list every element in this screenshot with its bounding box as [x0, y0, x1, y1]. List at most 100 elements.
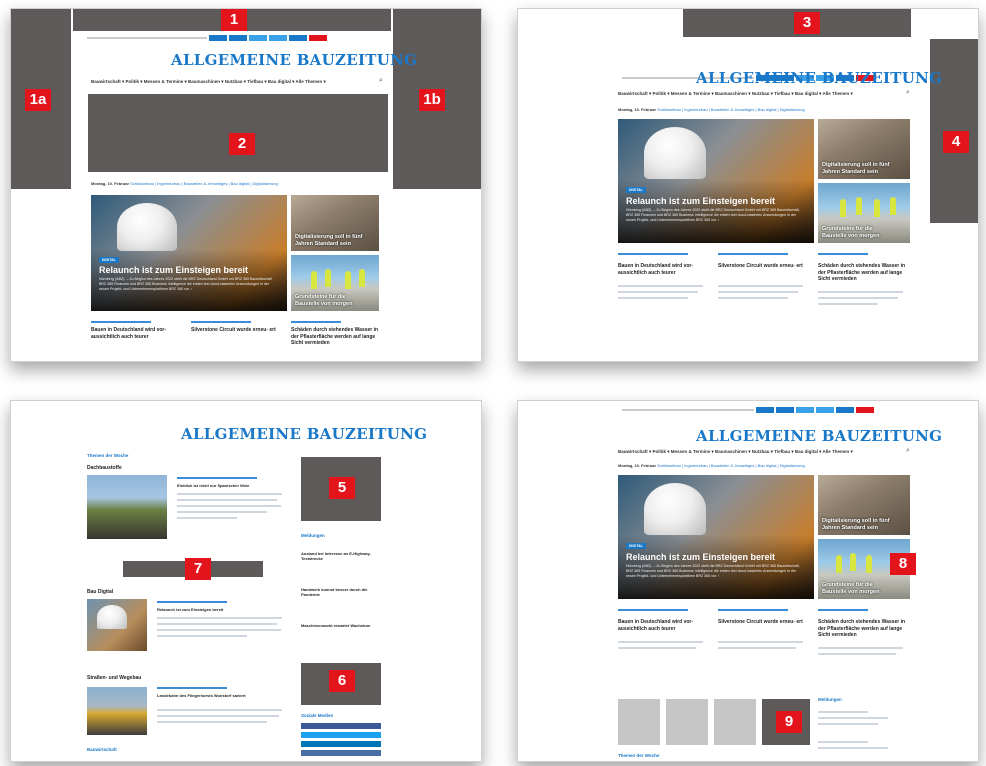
- twitter-button[interactable]: [301, 732, 381, 738]
- gallery-item[interactable]: [618, 699, 660, 745]
- main-menu[interactable]: Bauwirtschaft ▾ Politik ▾ Messen & Termi…: [618, 449, 853, 455]
- site-logo[interactable]: ALLGEMEINE BAUZEITUNG: [171, 51, 417, 69]
- nav-button[interactable]: [776, 407, 794, 413]
- site-logo[interactable]: ALLGEMEINE BAUZEITUNG: [181, 425, 427, 443]
- side-teaser-2[interactable]: Grundsteine für die Baustelle von morgen: [291, 255, 379, 311]
- date: Montag, 10. Februar: [618, 107, 657, 112]
- login-button[interactable]: [309, 35, 327, 41]
- article-kicker: [718, 609, 788, 611]
- nav-links[interactable]: [87, 37, 207, 39]
- worker-figure: [840, 199, 846, 217]
- helmet-image: [644, 483, 706, 535]
- badge-1a: 1a: [25, 89, 51, 111]
- breadcrumb-links[interactable]: Schlüsselbau | Ingenieurbau | Baustellen…: [657, 107, 805, 112]
- news-item[interactable]: Maschinenmarkt erwartet Wachstum: [301, 623, 377, 628]
- gallery-item[interactable]: [666, 699, 708, 745]
- sidebar-title: Soziale Medien: [301, 713, 334, 718]
- article-title[interactable]: Schäden durch stehendes Wasser in der Pf…: [818, 263, 910, 283]
- article-text: [818, 653, 896, 655]
- article-text: [177, 505, 281, 507]
- article-text: [818, 291, 903, 293]
- search-icon[interactable]: ⌕: [906, 447, 910, 455]
- article-thumb[interactable]: [87, 687, 147, 735]
- xing-button[interactable]: [301, 750, 381, 756]
- article-text: [718, 641, 803, 643]
- nav-button[interactable]: [836, 407, 854, 413]
- hero-title[interactable]: Relaunch ist zum Einsteigen bereit: [626, 196, 775, 206]
- site-logo[interactable]: ALLGEMEINE BAUZEITUNG: [696, 427, 942, 445]
- nav-links[interactable]: [622, 409, 754, 411]
- section-title: Themen der Woche: [87, 453, 129, 458]
- article-title[interactable]: Schäden durch stehendes Wasser in der Pf…: [818, 619, 910, 639]
- article-title[interactable]: Landebahn des Fliegerhorsts Wunstorf san…: [157, 693, 287, 698]
- worker-figure: [874, 199, 880, 217]
- nav-button[interactable]: [796, 407, 814, 413]
- article-title[interactable]: Bauen in Deutschland wird vor- aussichtl…: [618, 619, 708, 632]
- nav-button[interactable]: [269, 35, 287, 41]
- nav-button[interactable]: [289, 35, 307, 41]
- article-text: [157, 715, 279, 717]
- helmet-image: [97, 605, 127, 629]
- section-title: Bauwirtschaft: [87, 747, 117, 752]
- article-text: [818, 647, 903, 649]
- site-logo[interactable]: ALLGEMEINE BAUZEITUNG: [696, 69, 942, 87]
- search-icon[interactable]: ⌕: [379, 77, 383, 85]
- article-title[interactable]: Relaunch ist zum Einsteigen bereit: [157, 607, 287, 612]
- worker-figure: [890, 197, 896, 215]
- nav-button[interactable]: [249, 35, 267, 41]
- article-title[interactable]: Bauen in Deutschland wird vor- aussichtl…: [618, 263, 708, 276]
- nav-button[interactable]: [756, 407, 774, 413]
- article-title[interactable]: Silverstone Circuit wurde erneu- ert: [718, 619, 808, 626]
- date: Montag, 10. Februar: [618, 463, 657, 468]
- screenshot-layout-4: ALLGEMEINE BAUZEITUNG Bauwirtschaft ▾ Po…: [517, 400, 979, 762]
- gallery-item[interactable]: [714, 699, 756, 745]
- article-text: [618, 297, 688, 299]
- article-thumb[interactable]: [87, 599, 147, 651]
- news-item[interactable]: Ausland bei Interesse an E-Highway-Tests…: [301, 551, 377, 561]
- nav-button[interactable]: [209, 35, 227, 41]
- article-kicker: [618, 253, 688, 255]
- news-item[interactable]: Handwerk kommt besser durch die Pandemie: [301, 587, 377, 597]
- main-menu[interactable]: Bauwirtschaft ▾ Politik ▾ Messen & Termi…: [618, 91, 853, 97]
- hero-tag: DIGITAL: [99, 257, 119, 263]
- top-nav: [622, 407, 874, 413]
- article-title[interactable]: Silverstone Circuit wurde erneu- ert: [191, 327, 279, 334]
- nav-button[interactable]: [816, 407, 834, 413]
- badge-1b: 1b: [419, 89, 445, 111]
- article-kicker: [157, 601, 227, 603]
- breadcrumb-links[interactable]: Schlüsselbau | Ingenieurbau | Baustellen…: [130, 181, 278, 186]
- hero-teaser[interactable]: DIGITAL Relaunch ist zum Einsteigen bere…: [91, 195, 287, 311]
- article-text: [177, 511, 267, 513]
- article-title[interactable]: Einblick ist nicht nur Spanischer Weie: [177, 483, 287, 488]
- article-thumb[interactable]: [87, 475, 167, 539]
- side-teaser-2[interactable]: Grundsteine für die Baustelle von morgen: [818, 183, 910, 243]
- hero-tag: DIGITAL: [626, 187, 646, 193]
- article-text: [718, 291, 798, 293]
- article-title[interactable]: Bauen in Deutschland wird vor- aussichtl…: [91, 327, 179, 340]
- login-button[interactable]: [856, 407, 874, 413]
- worker-figure: [345, 271, 351, 289]
- hero-title[interactable]: Relaunch ist zum Einsteigen bereit: [626, 552, 775, 562]
- article-text: [177, 493, 282, 495]
- category-head: Dachbaustoffe: [87, 465, 122, 471]
- hero-teaser[interactable]: DIGITAL Relaunch ist zum Einsteigen bere…: [618, 119, 814, 243]
- article-text: [618, 647, 696, 649]
- side-teaser-1[interactable]: Digitalisierung soll in fünf Jahren Stan…: [818, 119, 910, 179]
- article-text: [618, 291, 698, 293]
- main-menu[interactable]: Bauwirtschaft ▾ Politik ▾ Messen & Termi…: [91, 79, 326, 85]
- side-teaser-1[interactable]: Digitalisierung soll in fünf Jahren Stan…: [291, 195, 379, 251]
- article-title[interactable]: Silverstone Circuit wurde erneu- ert: [718, 263, 808, 270]
- worker-figure: [856, 197, 862, 215]
- breadcrumb-links[interactable]: Schlüsselbau | Ingenieurbau | Baustellen…: [657, 463, 805, 468]
- linkedin-button[interactable]: [301, 741, 381, 747]
- facebook-button[interactable]: [301, 723, 381, 729]
- side-teaser-1[interactable]: Digitalisierung soll in fünf Jahren Stan…: [818, 475, 910, 535]
- article-title[interactable]: Schäden durch stehendes Wasser in der Pf…: [291, 327, 383, 347]
- side-teaser-title: Digitalisierung soll in fünf Jahren Stan…: [295, 234, 363, 247]
- worker-figure: [866, 555, 872, 573]
- nav-button[interactable]: [229, 35, 247, 41]
- hero-title[interactable]: Relaunch ist zum Einsteigen bereit: [99, 265, 248, 275]
- hero-teaser[interactable]: DIGITAL Relaunch ist zum Einsteigen bere…: [618, 475, 814, 599]
- screenshot-layout-2: 3 4 ALLGEMEINE BAUZEITUNG Bauwirtschaft …: [517, 8, 979, 362]
- search-icon[interactable]: ⌕: [906, 89, 910, 97]
